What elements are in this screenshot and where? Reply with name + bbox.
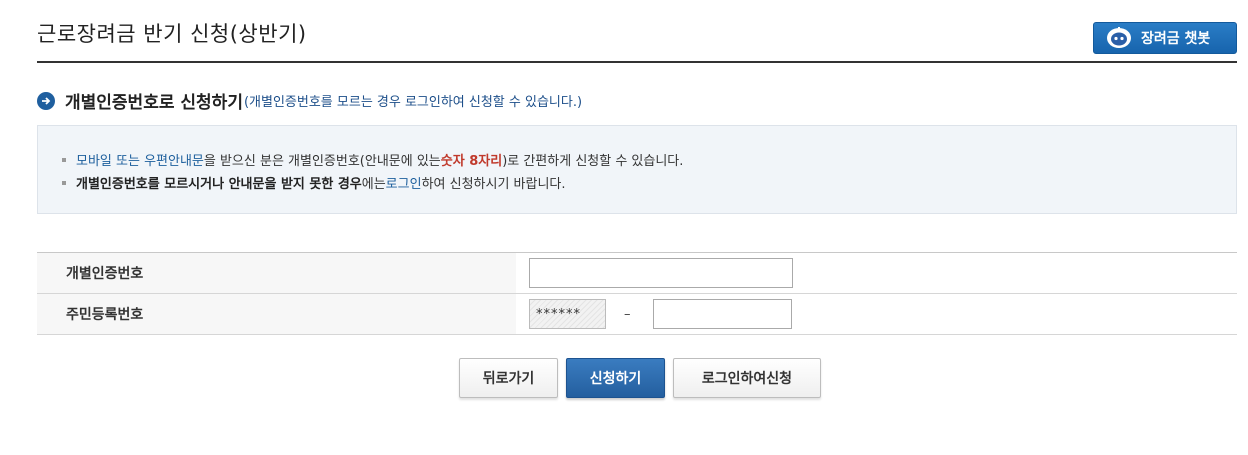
info-highlight: 숫자 8자리 <box>440 154 503 169</box>
title-divider <box>37 61 1237 63</box>
info-line-2: 개별인증번호를 모르시거나 안내문을 받지 못한 경우 에는 로그인 하여 신청… <box>62 173 566 192</box>
rrn-label: 주민등록번호 <box>37 294 516 334</box>
form-row-auth: 개별인증번호 <box>37 253 1237 294</box>
apply-button[interactable]: 신청하기 <box>566 358 665 398</box>
chatbot-button[interactable]: 장려금 챗봇 <box>1093 22 1237 54</box>
rrn-back-input[interactable] <box>652 299 792 329</box>
rrn-dash: – <box>624 306 631 322</box>
info-link-login[interactable]: 로그인 <box>386 173 422 192</box>
info-line-1: 모바일 또는 우편안내문 을 받으신 분은 개별인증번호(안내문에 있는 숫자 … <box>62 150 683 169</box>
bullet-icon <box>62 180 66 185</box>
info-box: 모바일 또는 우편안내문 을 받으신 분은 개별인증번호(안내문에 있는 숫자 … <box>37 125 1237 214</box>
info-text: 에는 <box>361 177 386 192</box>
auth-number-input[interactable] <box>529 258 793 288</box>
section-title: 개별인증번호로 신청하기 <box>65 93 243 113</box>
form-row-rrn: 주민등록번호 ****** – <box>37 294 1237 335</box>
info-text: 을 받으신 분은 개별인증번호(안내문에 있는 <box>203 154 441 169</box>
section-subtitle: (개별인증번호를 모르는 경우 로그인하여 신청할 수 있습니다.) <box>243 95 583 110</box>
button-row: 뒤로가기 신청하기 로그인하여신청 <box>459 358 829 398</box>
back-button[interactable]: 뒤로가기 <box>459 358 558 398</box>
info-bold-text: 개별인증번호를 모르시거나 안내문을 받지 못한 경우 <box>76 177 362 192</box>
rrn-cell: ****** – <box>516 294 1237 334</box>
chatbot-icon <box>1106 27 1132 49</box>
info-link-mobile-notice: 모바일 또는 우편안내문 <box>76 154 204 169</box>
auth-number-cell <box>516 253 1237 293</box>
auth-number-label: 개별인증번호 <box>37 253 516 293</box>
section-header: 개별인증번호로 신청하기 (개별인증번호를 모르는 경우 로그인하여 신청할 수… <box>37 88 582 113</box>
chatbot-label: 장려금 챗봇 <box>1141 31 1211 47</box>
login-apply-button[interactable]: 로그인하여신청 <box>673 358 821 398</box>
form-table: 개별인증번호 주민등록번호 ****** – <box>37 252 1237 335</box>
page-title: 근로장려금 반기 신청(상반기) <box>37 22 307 46</box>
info-text: )로 간편하게 신청할 수 있습니다. <box>502 154 684 169</box>
rrn-front-masked-field: ****** <box>529 299 606 329</box>
arrow-right-icon <box>37 91 55 110</box>
bullet-icon <box>62 157 66 162</box>
info-text: 하여 신청하시기 바랍니다. <box>421 177 566 192</box>
